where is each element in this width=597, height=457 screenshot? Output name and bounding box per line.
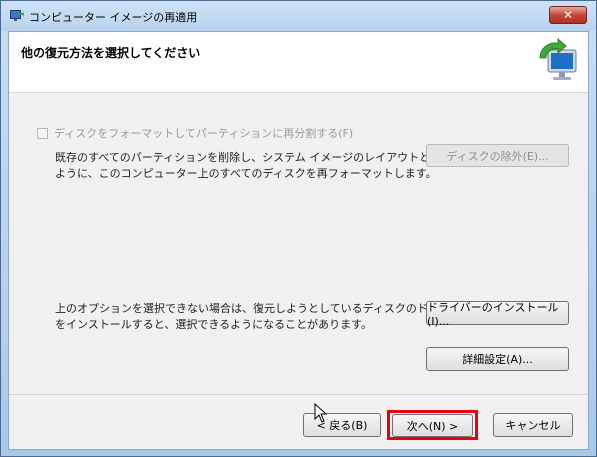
driver-description: 上のオプションを選択できない場合は、復元しようとしているディスクのドライバー を…	[55, 301, 472, 333]
next-button[interactable]: 次へ(N) >	[392, 414, 473, 437]
format-disks-checkbox[interactable]	[37, 127, 48, 139]
restore-computer-icon	[539, 38, 577, 80]
cancel-button[interactable]: キャンセル	[493, 413, 573, 437]
close-button[interactable]: ✕	[549, 6, 587, 24]
computer-restore-app-icon	[10, 10, 24, 21]
format-description-line-2: ように、このコンピューター上のすべてのディスクを再フォーマットします。	[55, 167, 437, 180]
footer-divider	[9, 394, 588, 395]
mouse-pointer-icon	[314, 403, 328, 423]
exclude-disks-button[interactable]: ディスクの除外(E)...	[426, 144, 569, 167]
format-description-line-1: 既存のすべてのパーティションを削除し、システム イメージのレイアウトと一致する	[55, 151, 475, 164]
restore-wizard-window: コンピューター イメージの再適用 ✕ 他の復元方法を選択してください ディスクを…	[0, 0, 597, 457]
page-title: 他の復元方法を選択してください	[21, 46, 201, 60]
install-drivers-button[interactable]: ドライバーのインストール(I)...	[426, 301, 569, 328]
format-disks-description: 既存のすべてのパーティションを削除し、システム イメージのレイアウトと一致する …	[55, 150, 474, 182]
window-title: コンピューター イメージの再適用	[29, 11, 198, 24]
format-disks-label: ディスクをフォーマットしてパーティションに再分割する(F)	[54, 127, 354, 140]
driver-description-line-2: をインストールすると、選択できるようになることがあります。	[55, 318, 373, 331]
title-bar[interactable]: コンピューター イメージの再適用 ✕	[1, 1, 596, 31]
wizard-client-area: 他の復元方法を選択してください ディスクをフォーマットしてパーティションに再分割…	[8, 31, 589, 450]
driver-description-line-1: 上のオプションを選択できない場合は、復元しようとしているディスクのドライバー	[55, 302, 472, 315]
advanced-settings-button[interactable]: 詳細設定(A)...	[426, 347, 569, 371]
close-icon: ✕	[562, 8, 574, 22]
format-disks-option: ディスクをフォーマットしてパーティションに再分割する(F)	[37, 125, 353, 141]
wizard-header: 他の復元方法を選択してください	[9, 32, 588, 93]
